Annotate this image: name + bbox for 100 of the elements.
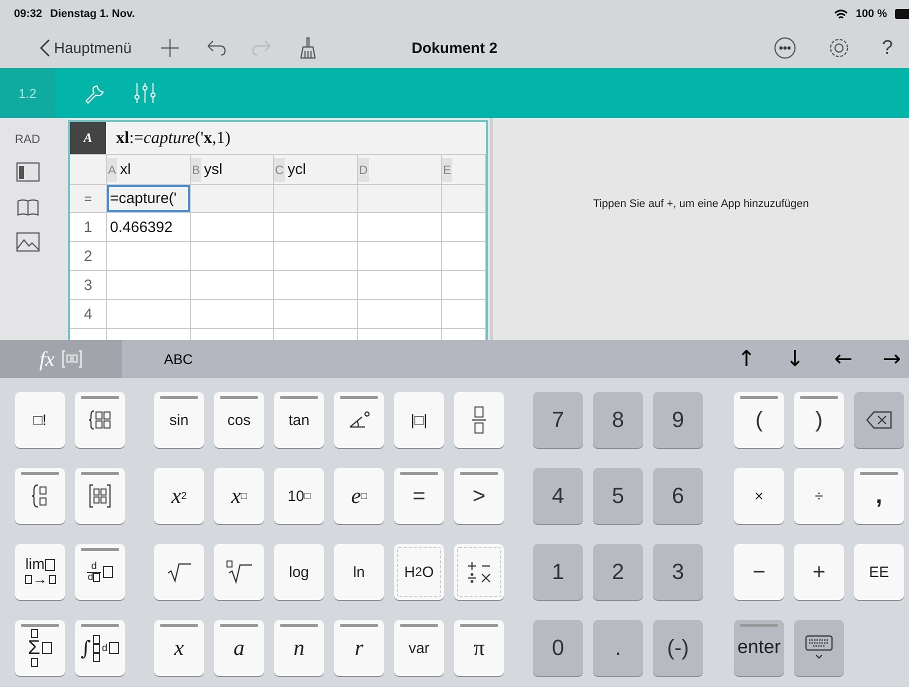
number-key[interactable]: 3 [653,544,703,600]
number-key[interactable]: 0 [533,620,583,676]
formula-cell[interactable]: =capture(' [107,185,191,213]
keyboard-key[interactable]: x$^{2}$ [154,468,204,524]
fraction-template-icon [471,405,487,435]
keyboard-key[interactable]: var [394,620,444,676]
keyboard-key[interactable]: cos [214,392,264,448]
table-cell[interactable] [442,213,486,242]
gallery-button[interactable] [16,232,40,252]
help-button[interactable]: ? [882,36,893,60]
table-cell[interactable] [107,271,191,300]
arrow-key[interactable]: ↑ [737,346,756,372]
table-cell[interactable] [442,242,486,271]
keyboard-key[interactable]: ÷ [794,468,844,524]
row-number: 4 [70,300,107,329]
column-header[interactable]: B ysl [191,155,274,185]
table-cell[interactable] [442,300,486,329]
column-header[interactable]: C ycl [274,155,358,185]
column-header[interactable]: A xl [107,155,191,185]
table-cell[interactable] [191,300,274,329]
clock: 09:32 [14,8,42,20]
date: Dienstag 1. Nov. [50,8,135,20]
arrow-key[interactable]: ← [834,346,853,372]
backspace-icon [865,410,893,430]
more-icon [774,37,796,59]
layout-button[interactable] [16,162,40,182]
keyboard-key[interactable]: r [334,620,384,676]
number-key[interactable]: 4 [533,468,583,524]
arrow-key[interactable]: ↓ [786,346,804,372]
keyboard-key[interactable]: x$^{□}$ [214,468,264,524]
table-cell[interactable] [358,271,442,300]
keyboard-key[interactable]: sin [154,392,204,448]
table-cell[interactable] [191,213,274,242]
template-key[interactable]: ∫ d [75,620,125,676]
number-key[interactable]: 1 [533,544,583,600]
back-button[interactable]: Hauptmenü [40,39,132,57]
arrow-key[interactable]: → [882,346,901,372]
template-key[interactable]: lim → [15,544,65,600]
keyboard-key[interactable]: 10$^{□}$ [274,468,324,524]
keyboard-key[interactable]: = [394,468,444,524]
table-cell[interactable] [191,271,274,300]
formula-cell[interactable] [358,185,442,213]
keyboard-key[interactable]: log [274,544,324,600]
keyboard-key[interactable]: □! [15,392,65,448]
table-cell[interactable] [191,242,274,271]
number-key[interactable]: 7 [533,392,583,448]
number-key[interactable]: . [593,620,643,676]
column-name: xl [120,161,131,178]
settings-button[interactable] [828,37,850,59]
list-template-icon [88,409,112,431]
table-cell[interactable] [274,213,358,242]
battery-percent: 100 % [856,8,887,20]
table-cell[interactable] [442,271,486,300]
formula-cell[interactable] [191,185,274,213]
row-number: 1 [70,213,107,242]
table-cell[interactable] [274,300,358,329]
keyboard-key[interactable]: , [854,468,904,524]
keyboard-key[interactable]: + [794,544,844,600]
column-name: ycl [288,161,306,178]
table-cell[interactable] [107,242,191,271]
table-cell[interactable] [107,300,191,329]
more-button[interactable] [774,37,796,59]
table-cell[interactable]: 0.466392 [107,213,191,242]
number-key[interactable]: 9 [653,392,703,448]
keyboard-key[interactable]: e$^{□}$ [334,468,384,524]
table-cell[interactable] [274,242,358,271]
keyboard-key[interactable]: ( [734,392,784,448]
template-key[interactable]: Σ [15,620,65,676]
template-key[interactable]: d d [75,544,125,600]
settings-icon [828,37,850,59]
keyboard-key[interactable]: ) [794,392,844,448]
keyboard-key[interactable]: |□| [394,392,444,448]
square-root-icon [166,561,192,583]
keyboard-tab[interactable]: ABC [138,340,219,378]
enter-key[interactable]: enter [734,620,784,676]
keyboard-key[interactable]: tan [274,392,324,448]
table-cell[interactable] [358,213,442,242]
keyboard-key[interactable]: × [734,468,784,524]
number-key[interactable]: 2 [593,544,643,600]
row-number: 3 [70,271,107,300]
number-key[interactable]: 5 [593,468,643,524]
table-cell[interactable] [358,300,442,329]
table-cell[interactable] [274,271,358,300]
keyboard-key[interactable]: − [734,544,784,600]
keyboard-key[interactable]: ln [334,544,384,600]
keyboard-key[interactable]: n [274,620,324,676]
keyboard-key[interactable]: a [214,620,264,676]
keyboard-key[interactable]: π [454,620,504,676]
table-cell[interactable] [358,242,442,271]
formula-cell[interactable] [274,185,358,213]
book-button[interactable] [16,198,38,216]
number-key[interactable]: 8 [593,392,643,448]
keyboard-key[interactable]: > [454,468,504,524]
empty-app-panel[interactable]: Tippen Sie auf +, um eine App hinzuzufügen [490,118,909,340]
formula-cell[interactable] [442,185,486,213]
matrix-template-icon [88,483,112,509]
keyboard-key[interactable]: x [154,620,204,676]
number-key[interactable]: 6 [653,468,703,524]
number-key[interactable]: (-) [653,620,703,676]
keyboard-key[interactable]: EE [854,544,904,600]
